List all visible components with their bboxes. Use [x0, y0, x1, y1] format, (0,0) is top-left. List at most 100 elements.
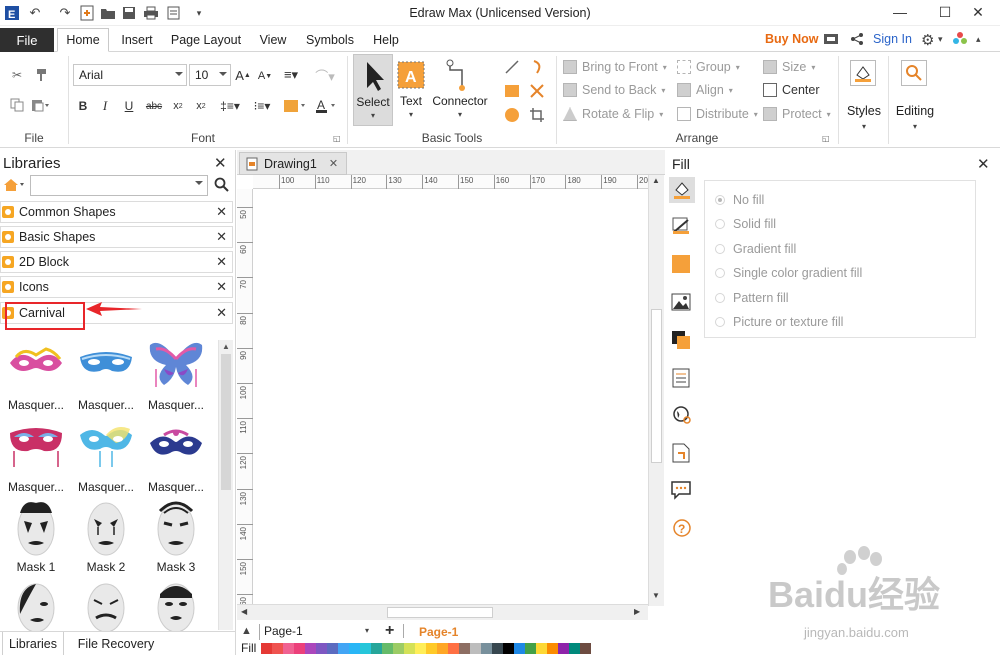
library-category-basic-shapes[interactable]: Basic Shapes ✕	[0, 226, 233, 248]
format-painter-icon[interactable]	[32, 66, 50, 84]
tab-view[interactable]: View	[253, 28, 293, 52]
library-shape-masquerade-6[interactable]: Masquer...	[140, 418, 212, 494]
center-button[interactable]: Center	[763, 83, 820, 97]
color-swatch[interactable]	[448, 643, 459, 654]
color-swatch[interactable]	[272, 643, 283, 654]
distribute-button[interactable]: Distribute ▾	[677, 107, 758, 121]
tab-libraries[interactable]: Libraries	[2, 632, 64, 655]
add-page-icon[interactable]: +	[385, 622, 394, 640]
color-swatch[interactable]	[393, 643, 404, 654]
file-menu-tab[interactable]: File	[0, 28, 54, 52]
cross-point-icon[interactable]	[528, 82, 546, 100]
color-swatch[interactable]	[558, 643, 569, 654]
fill-option-solid-fill[interactable]: Solid fill	[715, 217, 776, 231]
buy-now-link[interactable]: Buy Now	[765, 32, 818, 46]
sign-in-link[interactable]: Sign In	[873, 32, 912, 46]
font-size-select[interactable]: 10	[189, 64, 231, 86]
color-swatch[interactable]	[426, 643, 437, 654]
text-effect-icon[interactable]: ⌒▾	[312, 66, 338, 84]
color-swatch[interactable]	[415, 643, 426, 654]
arc-tool-icon[interactable]	[528, 58, 546, 76]
page-properties-icon[interactable]	[672, 368, 690, 391]
scroll-down-icon[interactable]: ▼	[652, 591, 660, 600]
color-swatch[interactable]	[580, 643, 591, 654]
library-search-input[interactable]	[30, 175, 208, 196]
library-shape-masquerade-2[interactable]: Masquer...	[70, 336, 142, 412]
redo-icon[interactable]: ↷	[56, 4, 74, 22]
hyperlink-globe-icon[interactable]	[672, 405, 692, 428]
tab-file-recovery[interactable]: File Recovery	[72, 632, 160, 655]
library-shape-masquerade-3[interactable]: Masquer...	[140, 336, 212, 412]
library-category-icons[interactable]: Icons ✕	[0, 276, 233, 298]
scroll-right-icon[interactable]: ▶	[634, 607, 640, 616]
settings-dropdown-icon[interactable]: ▾	[938, 34, 943, 45]
radio-button[interactable]	[715, 219, 725, 229]
library-shape-mask-4[interactable]	[0, 578, 72, 632]
color-swatch[interactable]	[404, 643, 415, 654]
page-select-dropdown-icon[interactable]: ▾	[365, 626, 369, 635]
scroll-up-icon[interactable]: ▲	[222, 342, 230, 351]
subscript-icon[interactable]: x2	[170, 98, 186, 114]
close-window-button[interactable]: ✕	[958, 0, 998, 24]
send-to-back-button[interactable]: Send to Back ▾	[563, 83, 665, 97]
color-swatch[interactable]	[283, 643, 294, 654]
comment-icon[interactable]	[671, 480, 691, 503]
fill-option-picture-texture-fill[interactable]: Picture or texture fill	[715, 315, 843, 329]
strikethrough-icon[interactable]: abc	[145, 98, 163, 114]
color-swatch[interactable]	[536, 643, 547, 654]
customize-quick-access-icon[interactable]: ▾	[190, 4, 208, 22]
canvas-vscroll-thumb[interactable]	[651, 309, 662, 463]
open-folder-icon[interactable]	[99, 4, 117, 22]
help-icon[interactable]: ?	[672, 518, 692, 541]
library-shape-masquerade-1[interactable]: Masquer...	[0, 336, 72, 412]
export-icon[interactable]	[166, 4, 184, 22]
rotate-flip-button[interactable]: Rotate & Flip ▾	[563, 107, 663, 121]
color-swatch[interactable]	[459, 643, 470, 654]
tab-symbols[interactable]: Symbols	[299, 28, 361, 52]
crop-tool-icon[interactable]	[528, 106, 546, 124]
color-swatch[interactable]	[437, 643, 448, 654]
color-palette[interactable]	[261, 643, 591, 654]
canvas-hscroll-thumb[interactable]	[387, 607, 493, 618]
align-button[interactable]: Align ▾	[677, 83, 733, 97]
shrink-font-icon[interactable]: A ▼	[256, 67, 274, 85]
library-shape-masquerade-4[interactable]: Masquer...	[0, 418, 72, 494]
bold-icon[interactable]: B	[76, 98, 90, 114]
cart-icon[interactable]	[823, 31, 839, 50]
bring-to-front-button[interactable]: Bring to Front ▾	[563, 60, 667, 74]
library-home-icon[interactable]	[3, 177, 25, 196]
radio-button[interactable]	[715, 268, 725, 278]
ellipse-tool-icon[interactable]	[503, 106, 521, 124]
color-swatch[interactable]	[525, 643, 536, 654]
color-swatch[interactable]	[327, 643, 338, 654]
radio-button-selected[interactable]	[715, 195, 725, 205]
close-library-icon[interactable]: ✕	[216, 229, 227, 245]
line-style-icon[interactable]	[671, 215, 691, 238]
shadow-color-icon[interactable]	[672, 255, 690, 273]
library-shape-mask-6[interactable]	[140, 578, 212, 632]
settings-gear-icon[interactable]: ⚙	[921, 31, 934, 49]
rectangle-tool-icon[interactable]	[503, 82, 521, 100]
color-swatch[interactable]	[261, 643, 272, 654]
color-swatch[interactable]	[349, 643, 360, 654]
color-swatch[interactable]	[492, 643, 503, 654]
attachment-icon[interactable]	[672, 443, 690, 466]
search-icon[interactable]	[214, 177, 230, 196]
color-swatch[interactable]	[547, 643, 558, 654]
copy-icon[interactable]	[8, 96, 26, 114]
close-library-icon[interactable]: ✕	[216, 305, 227, 321]
fill-option-pattern-fill[interactable]: Pattern fill	[715, 291, 789, 305]
library-shape-mask-2[interactable]: Mask 2	[70, 498, 142, 574]
fill-option-no-fill[interactable]: No fill	[715, 193, 764, 207]
styles-button[interactable]: Styles ▾	[845, 56, 883, 140]
active-page-tab[interactable]: Page-1	[419, 625, 458, 639]
fill-option-single-color-gradient-fill[interactable]: Single color gradient fill	[715, 266, 862, 280]
undo-icon[interactable]: ↶	[26, 4, 44, 22]
color-swatch[interactable]	[503, 643, 514, 654]
connector-tool-button[interactable]: Connector ▾	[430, 54, 490, 126]
size-button[interactable]: Size ▾	[763, 60, 815, 74]
new-file-icon[interactable]	[78, 4, 96, 22]
group-button[interactable]: Group ▾	[677, 60, 740, 74]
library-category-common-shapes[interactable]: Common Shapes ✕	[0, 201, 233, 223]
library-shape-mask-1[interactable]: Mask 1	[0, 498, 72, 574]
